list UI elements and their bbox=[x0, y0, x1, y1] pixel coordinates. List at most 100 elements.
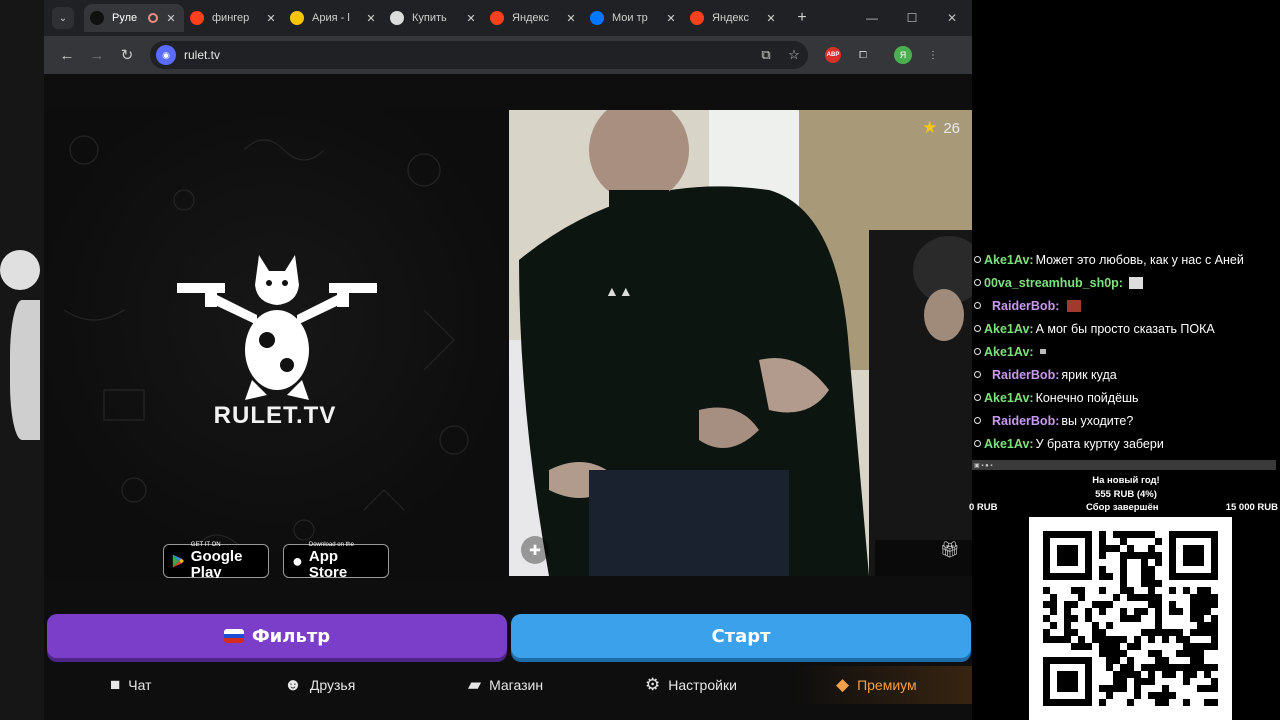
chat-text: Может это любовь, как у нас с Аней bbox=[1035, 252, 1244, 267]
qr-pattern bbox=[1043, 531, 1218, 706]
profile-avatar[interactable]: Я bbox=[888, 46, 918, 64]
music-favicon-icon bbox=[290, 11, 304, 25]
close-tab-icon[interactable]: ✕ bbox=[264, 12, 278, 25]
chat-message: Ake1Av: Может это любовь, как у нас с Ане… bbox=[972, 248, 1276, 271]
nav-friends[interactable]: ☻ Друзья bbox=[284, 675, 355, 695]
partner-video: ▲▲ ★ 26 ✚ 🎁︎ bbox=[509, 110, 972, 576]
chat-message: Ake1Av: bbox=[972, 340, 1276, 363]
chat-message: 00va_streamhub_sh0p: bbox=[972, 271, 1276, 294]
chat-username: Ake1Av: bbox=[984, 344, 1034, 359]
close-tab-icon[interactable]: ✕ bbox=[164, 12, 178, 25]
close-tab-icon[interactable]: ✕ bbox=[564, 12, 578, 25]
bookmark-star-icon[interactable]: ☆ bbox=[780, 47, 808, 63]
tab-title: Яндекс bbox=[512, 12, 549, 24]
chat-username: RaiderBob: bbox=[992, 298, 1060, 313]
close-tab-icon[interactable]: ✕ bbox=[764, 12, 778, 25]
tab-title: Купить bbox=[412, 12, 447, 24]
chat-icon: ■ bbox=[110, 675, 121, 694]
chat-badge-icon bbox=[974, 256, 981, 263]
start-button-label: Старт bbox=[711, 625, 771, 647]
forward-icon[interactable]: → bbox=[82, 47, 112, 64]
tag-icon: ◆ bbox=[836, 675, 850, 694]
extensions-puzzle-icon[interactable]: ⧠ bbox=[848, 50, 878, 61]
donation-min: 0 RUB bbox=[969, 502, 998, 513]
google-play-badge[interactable]: GET IT ON Google Play bbox=[163, 542, 269, 578]
chat-username: RaiderBob: bbox=[992, 413, 1060, 428]
chat-message: Ake1Av: Конечно пойдёшь bbox=[972, 386, 1276, 409]
adblock-extension-icon[interactable]: ABP bbox=[818, 47, 848, 63]
chat-message: Ake1Av: А мог бы просто сказать ПОКА bbox=[972, 317, 1276, 340]
filter-button-label: Фильтр bbox=[251, 625, 331, 647]
site-info-icon[interactable]: ◉ bbox=[156, 45, 176, 65]
url-text: rulet.tv bbox=[184, 48, 221, 62]
browser-tab[interactable]: Яндекс ✕ bbox=[484, 4, 584, 32]
tab-list: Руле ✕ фингер ✕ Ария - l ✕ Купить ✕ Яндекс ✕ Мои т… bbox=[84, 4, 784, 32]
minimize-icon[interactable]: — bbox=[852, 11, 892, 25]
chat-username: Ake1Av: bbox=[984, 436, 1034, 451]
close-tab-icon[interactable]: ✕ bbox=[464, 12, 478, 25]
nav-chat[interactable]: ■ Чат bbox=[110, 675, 152, 695]
maximize-icon[interactable]: ☐ bbox=[892, 11, 932, 25]
chat-badge-icon bbox=[974, 348, 981, 355]
nav-settings[interactable]: ⚙ Настройки bbox=[645, 675, 737, 695]
chat-badge-icon bbox=[974, 417, 981, 424]
rulet-favicon-icon bbox=[90, 11, 104, 25]
chat-text: А мог бы просто сказать ПОКА bbox=[1035, 321, 1215, 336]
game-controller-icon[interactable]: ✚ bbox=[521, 536, 549, 564]
cat-with-guns-logo bbox=[177, 255, 377, 400]
chat-emote-icon bbox=[1067, 299, 1082, 312]
back-icon[interactable]: ← bbox=[52, 47, 82, 64]
browser-tab[interactable]: Яндекс ✕ bbox=[684, 4, 784, 32]
new-tab-icon[interactable]: + bbox=[790, 9, 814, 27]
browser-tab[interactable]: Купить ✕ bbox=[384, 4, 484, 32]
browser-tab[interactable]: Руле ✕ bbox=[84, 4, 184, 32]
app-store-badge[interactable]: ● Download on the App Store bbox=[283, 542, 389, 578]
chat-message: RaiderBob: ярик куда bbox=[972, 363, 1276, 386]
donation-status: Сбор завершён bbox=[1086, 502, 1159, 513]
shop-favicon-icon bbox=[390, 11, 404, 25]
donation-max: 15 000 RUB bbox=[1225, 502, 1278, 513]
browser-tab[interactable]: фингер ✕ bbox=[184, 4, 284, 32]
recording-icon bbox=[148, 13, 158, 23]
close-window-icon[interactable]: ✕ bbox=[932, 11, 972, 25]
browser-menu-icon[interactable]: ⋮ bbox=[918, 50, 948, 61]
chat-username: Ake1Av: bbox=[984, 252, 1034, 267]
start-button[interactable]: Старт bbox=[511, 614, 971, 658]
close-tab-icon[interactable]: ✕ bbox=[664, 12, 678, 25]
address-bar[interactable]: ◉ rulet.tv ⧉ ☆ bbox=[150, 41, 808, 69]
nav-premium[interactable]: ◆ Премиум bbox=[836, 675, 917, 695]
donation-qr-code[interactable] bbox=[1029, 517, 1232, 720]
browser-toolbar: ← → ↻ ◉ rulet.tv ⧉ ☆ ABP ⧠ Я ⋮ bbox=[44, 36, 972, 74]
chat-emote-icon bbox=[1128, 276, 1143, 289]
brand-wordmark: RULET.TV bbox=[213, 402, 337, 429]
chat-text: Конечно пойдёшь bbox=[1035, 390, 1139, 405]
page-viewport: RULET.TV GET IT ON Google Play ● Downloa… bbox=[44, 74, 972, 720]
nav-chat-label: Чат bbox=[128, 677, 152, 693]
apple-icon: ● bbox=[292, 550, 303, 571]
close-tab-icon[interactable]: ✕ bbox=[364, 12, 378, 25]
gift-icon[interactable]: 🎁︎ bbox=[940, 540, 960, 560]
chat-badge-icon bbox=[974, 302, 981, 309]
svg-text:▲▲: ▲▲ bbox=[605, 283, 633, 299]
chat-footer-strip: ▣ ▪ ● ▪ bbox=[972, 460, 1276, 470]
install-app-icon[interactable]: ⧉ bbox=[752, 47, 780, 63]
nav-shop[interactable]: ▰ Магазин bbox=[468, 675, 543, 695]
filter-button[interactable]: Фильтр bbox=[47, 614, 507, 658]
yandex-favicon-icon bbox=[490, 11, 504, 25]
chat-badge-icon bbox=[974, 394, 981, 401]
stream-overlay: Ake1Av: Может это любовь, как у нас с Ане… bbox=[969, 0, 1280, 720]
donation-title: На новый год! bbox=[1092, 475, 1160, 486]
browser-tab[interactable]: Мои тр ✕ bbox=[584, 4, 684, 32]
tab-search-icon[interactable]: ⌄ bbox=[52, 7, 74, 29]
background-shape bbox=[10, 300, 40, 440]
video-frame-image: ▲▲ bbox=[509, 110, 972, 576]
nav-premium-label: Премиум bbox=[857, 677, 917, 693]
nav-settings-label: Настройки bbox=[668, 677, 737, 693]
browser-tab[interactable]: Ария - l ✕ bbox=[284, 4, 384, 32]
bottom-navigation: ■ Чат ☻ Друзья ▰ Магазин ⚙ Настройки ◆ П… bbox=[44, 666, 972, 704]
chat-text: вы уходите? bbox=[1061, 413, 1134, 428]
chat-message: RaiderBob: bbox=[972, 294, 1276, 317]
donation-amount: 555 RUB (4%) bbox=[1095, 489, 1157, 500]
reload-icon[interactable]: ↻ bbox=[112, 46, 142, 64]
friends-icon: ☻ bbox=[284, 675, 302, 694]
